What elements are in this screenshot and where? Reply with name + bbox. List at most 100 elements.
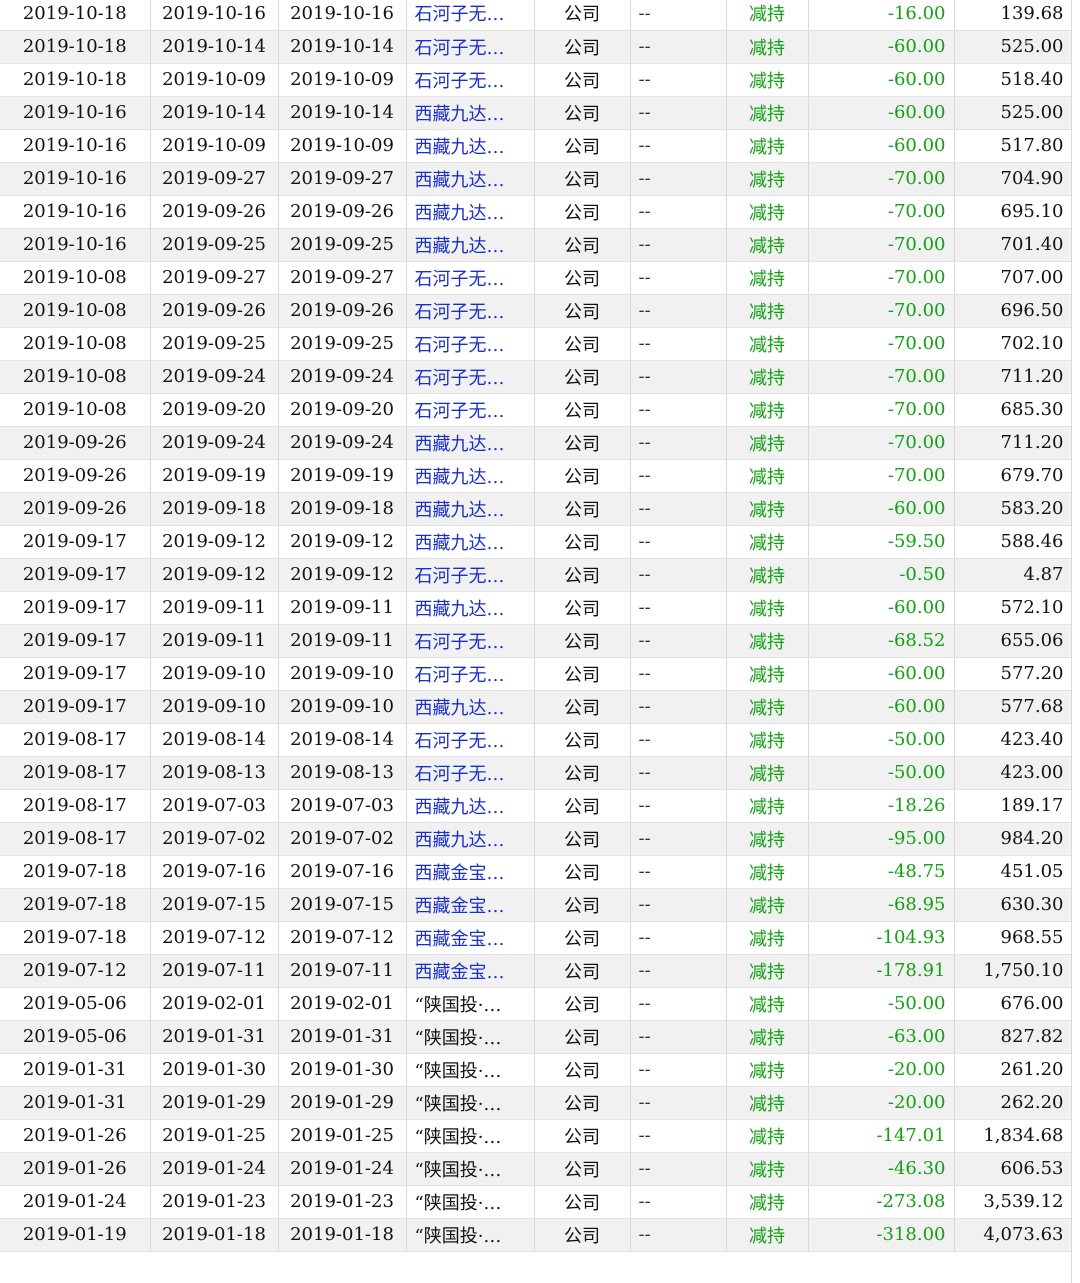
holder-name-link[interactable]: 西藏九达…	[406, 96, 535, 130]
holder-name-link[interactable]: 西藏金宝…	[406, 888, 535, 922]
end-date-cell: 2019-09-24	[278, 360, 407, 394]
change-shares-cell: -60.00	[808, 96, 955, 130]
direction-cell: 减持	[726, 1053, 809, 1087]
position-cell: --	[630, 756, 727, 790]
holder-name-link[interactable]: 西藏九达…	[406, 459, 535, 493]
direction-cell: 减持	[726, 690, 809, 724]
holder-name-link[interactable]: 石河子无…	[406, 294, 535, 328]
holder-name-link[interactable]: 石河子无…	[406, 558, 535, 592]
position-cell: --	[630, 855, 727, 889]
holder-name-link[interactable]: 石河子无…	[406, 624, 535, 658]
change-shares-cell: -68.52	[808, 624, 955, 658]
position-cell: --	[630, 921, 727, 955]
holder-name-link[interactable]: 西藏九达…	[406, 591, 535, 625]
holder-name-link[interactable]: 石河子无…	[406, 657, 535, 691]
change-shares-cell: -147.01	[808, 1119, 955, 1153]
notice-date-cell: 2019-09-17	[0, 525, 151, 559]
holder-name-link[interactable]: 西藏九达…	[406, 525, 535, 559]
holder-name-link[interactable]: 石河子无…	[406, 63, 535, 97]
direction-cell: 减持	[726, 789, 809, 823]
start-date-cell: 2019-09-27	[150, 261, 279, 295]
end-date-cell: 2019-07-16	[278, 855, 407, 889]
table-row: 2019-01-31 2019-01-30 2019-01-30 “陕国投·… 公司 --…	[0, 1053, 1073, 1087]
holder-name-link: “陕国投·…	[406, 1218, 535, 1252]
table-row: 2019-10-16 2019-10-14 2019-10-14 西藏九达… 公司 -- 减…	[0, 96, 1073, 130]
position-cell: --	[630, 1086, 727, 1120]
holder-name-link: “陕国投·…	[406, 1053, 535, 1087]
position-cell: --	[630, 360, 727, 394]
change-shares-cell: -60.00	[808, 591, 955, 625]
direction-cell: 减持	[726, 558, 809, 592]
holder-type-cell: 公司	[534, 789, 631, 823]
change-shares-cell: -20.00	[808, 1086, 955, 1120]
notice-date-cell: 2019-10-08	[0, 327, 151, 361]
end-date-cell: 2019-02-01	[278, 987, 407, 1021]
notice-date-cell: 2019-01-19	[0, 1218, 151, 1252]
holder-name-link[interactable]: 石河子无…	[406, 756, 535, 790]
holder-type-cell: 公司	[534, 591, 631, 625]
end-date-cell: 2019-07-15	[278, 888, 407, 922]
holder-name-link[interactable]: 石河子无…	[406, 360, 535, 394]
holder-name-link[interactable]: 西藏九达…	[406, 129, 535, 163]
change-shares-cell: -50.00	[808, 987, 955, 1021]
end-date-cell: 2019-09-12	[278, 525, 407, 559]
change-shares-cell: -318.00	[808, 1218, 955, 1252]
start-date-cell: 2019-07-11	[150, 954, 279, 988]
notice-date-cell: 2019-08-17	[0, 822, 151, 856]
holder-name-link[interactable]: 西藏金宝…	[406, 921, 535, 955]
holder-name-link[interactable]: 西藏九达…	[406, 228, 535, 262]
holder-type-cell: 公司	[534, 195, 631, 229]
notice-date-cell: 2019-09-26	[0, 426, 151, 460]
position-cell: --	[630, 888, 727, 922]
holder-name-link[interactable]: 西藏九达…	[406, 789, 535, 823]
direction-cell: 减持	[726, 327, 809, 361]
position-cell: --	[630, 459, 727, 493]
holder-name-link[interactable]: 石河子无…	[406, 30, 535, 64]
end-date-cell: 2019-01-24	[278, 1152, 407, 1186]
holder-type-cell: 公司	[534, 30, 631, 64]
table-row: 2019-10-08 2019-09-26 2019-09-26 石河子无… 公司 -- 减…	[0, 294, 1073, 328]
end-date-cell: 2019-09-26	[278, 195, 407, 229]
table-row: 2019-10-16 2019-10-09 2019-10-09 西藏九达… 公司 -- 减…	[0, 129, 1073, 163]
start-date-cell: 2019-09-12	[150, 558, 279, 592]
holder-name-link[interactable]: 石河子无…	[406, 0, 535, 31]
change-shares-cell: -68.95	[808, 888, 955, 922]
scrollbar-track[interactable]	[1071, 0, 1080, 1283]
holder-name-link[interactable]: 西藏九达…	[406, 195, 535, 229]
holder-name-link[interactable]: 西藏金宝…	[406, 954, 535, 988]
holder-name-link[interactable]: 西藏九达…	[406, 690, 535, 724]
direction-cell: 减持	[726, 129, 809, 163]
start-date-cell: 2019-07-16	[150, 855, 279, 889]
notice-date-cell: 2019-10-16	[0, 96, 151, 130]
change-shares-cell: -60.00	[808, 657, 955, 691]
table-row: 2019-09-17 2019-09-11 2019-09-11 石河子无… 公司 -- 减…	[0, 624, 1073, 658]
holder-name-link[interactable]: 西藏九达…	[406, 162, 535, 196]
holder-name-link[interactable]: 西藏金宝…	[406, 855, 535, 889]
direction-cell: 减持	[726, 459, 809, 493]
table-row: 2019-10-18 2019-10-09 2019-10-09 石河子无… 公司 -- 减…	[0, 63, 1073, 97]
table-row: 2019-01-26 2019-01-24 2019-01-24 “陕国投·… 公司 --…	[0, 1152, 1073, 1186]
holder-name-link[interactable]: 石河子无…	[406, 723, 535, 757]
position-cell: --	[630, 63, 727, 97]
end-date-cell: 2019-07-02	[278, 822, 407, 856]
direction-cell: 减持	[726, 426, 809, 460]
table-row: 2019-10-08 2019-09-20 2019-09-20 石河子无… 公司 -- 减…	[0, 393, 1073, 427]
holder-name-link[interactable]: 西藏九达…	[406, 822, 535, 856]
holder-name-link[interactable]: 石河子无…	[406, 261, 535, 295]
holder-name-link[interactable]: 石河子无…	[406, 393, 535, 427]
end-date-cell: 2019-07-03	[278, 789, 407, 823]
end-date-cell: 2019-10-14	[278, 30, 407, 64]
direction-cell: 减持	[726, 888, 809, 922]
change-shares-cell: -70.00	[808, 195, 955, 229]
notice-date-cell: 2019-07-18	[0, 888, 151, 922]
end-date-cell: 2019-09-12	[278, 558, 407, 592]
start-date-cell: 2019-10-09	[150, 63, 279, 97]
notice-date-cell: 2019-10-16	[0, 162, 151, 196]
holder-name-link[interactable]: 石河子无…	[406, 327, 535, 361]
end-date-cell: 2019-09-11	[278, 591, 407, 625]
holder-name-link[interactable]: 西藏九达…	[406, 426, 535, 460]
change-amount-cell: 704.90	[954, 162, 1073, 196]
notice-date-cell: 2019-10-16	[0, 129, 151, 163]
holder-name-link[interactable]: 西藏九达…	[406, 492, 535, 526]
change-shares-cell: -63.00	[808, 1020, 955, 1054]
